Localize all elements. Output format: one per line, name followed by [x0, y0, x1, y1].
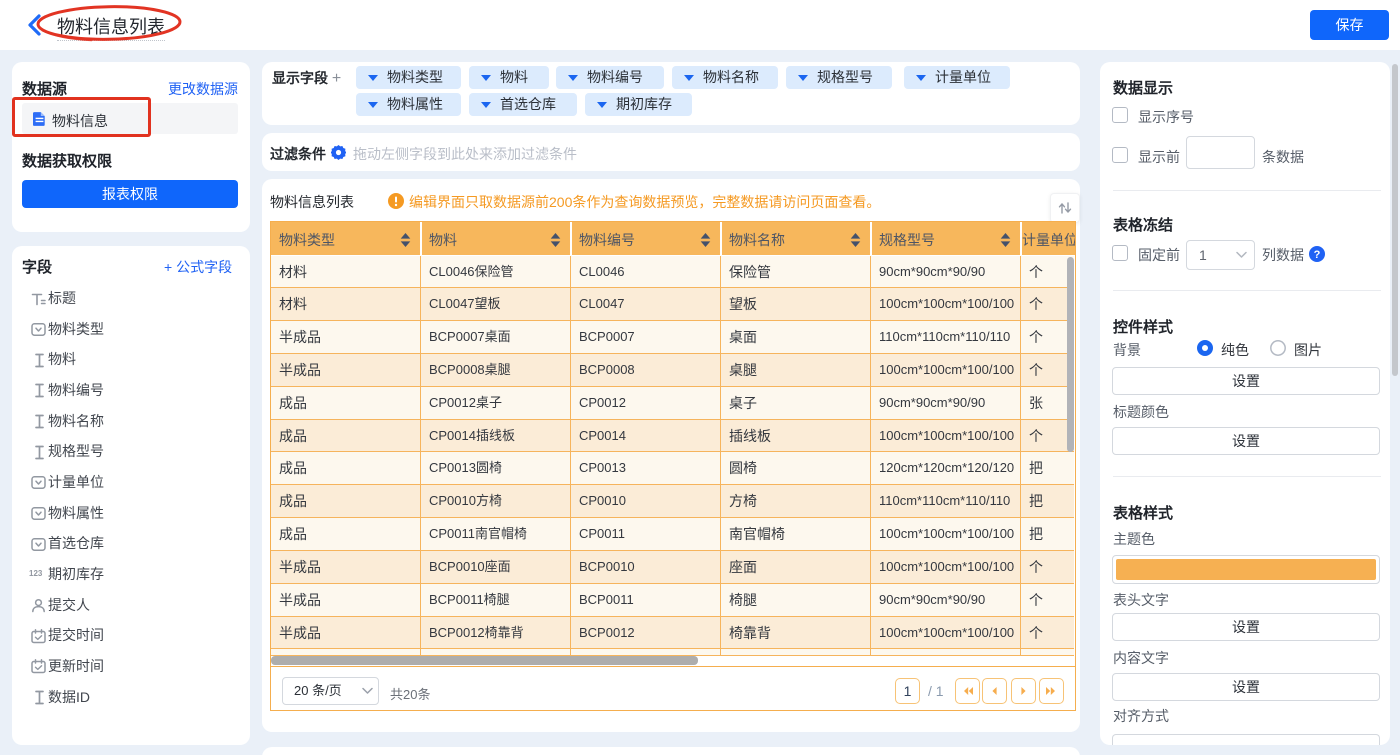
svg-text:?: ?	[1314, 249, 1321, 261]
